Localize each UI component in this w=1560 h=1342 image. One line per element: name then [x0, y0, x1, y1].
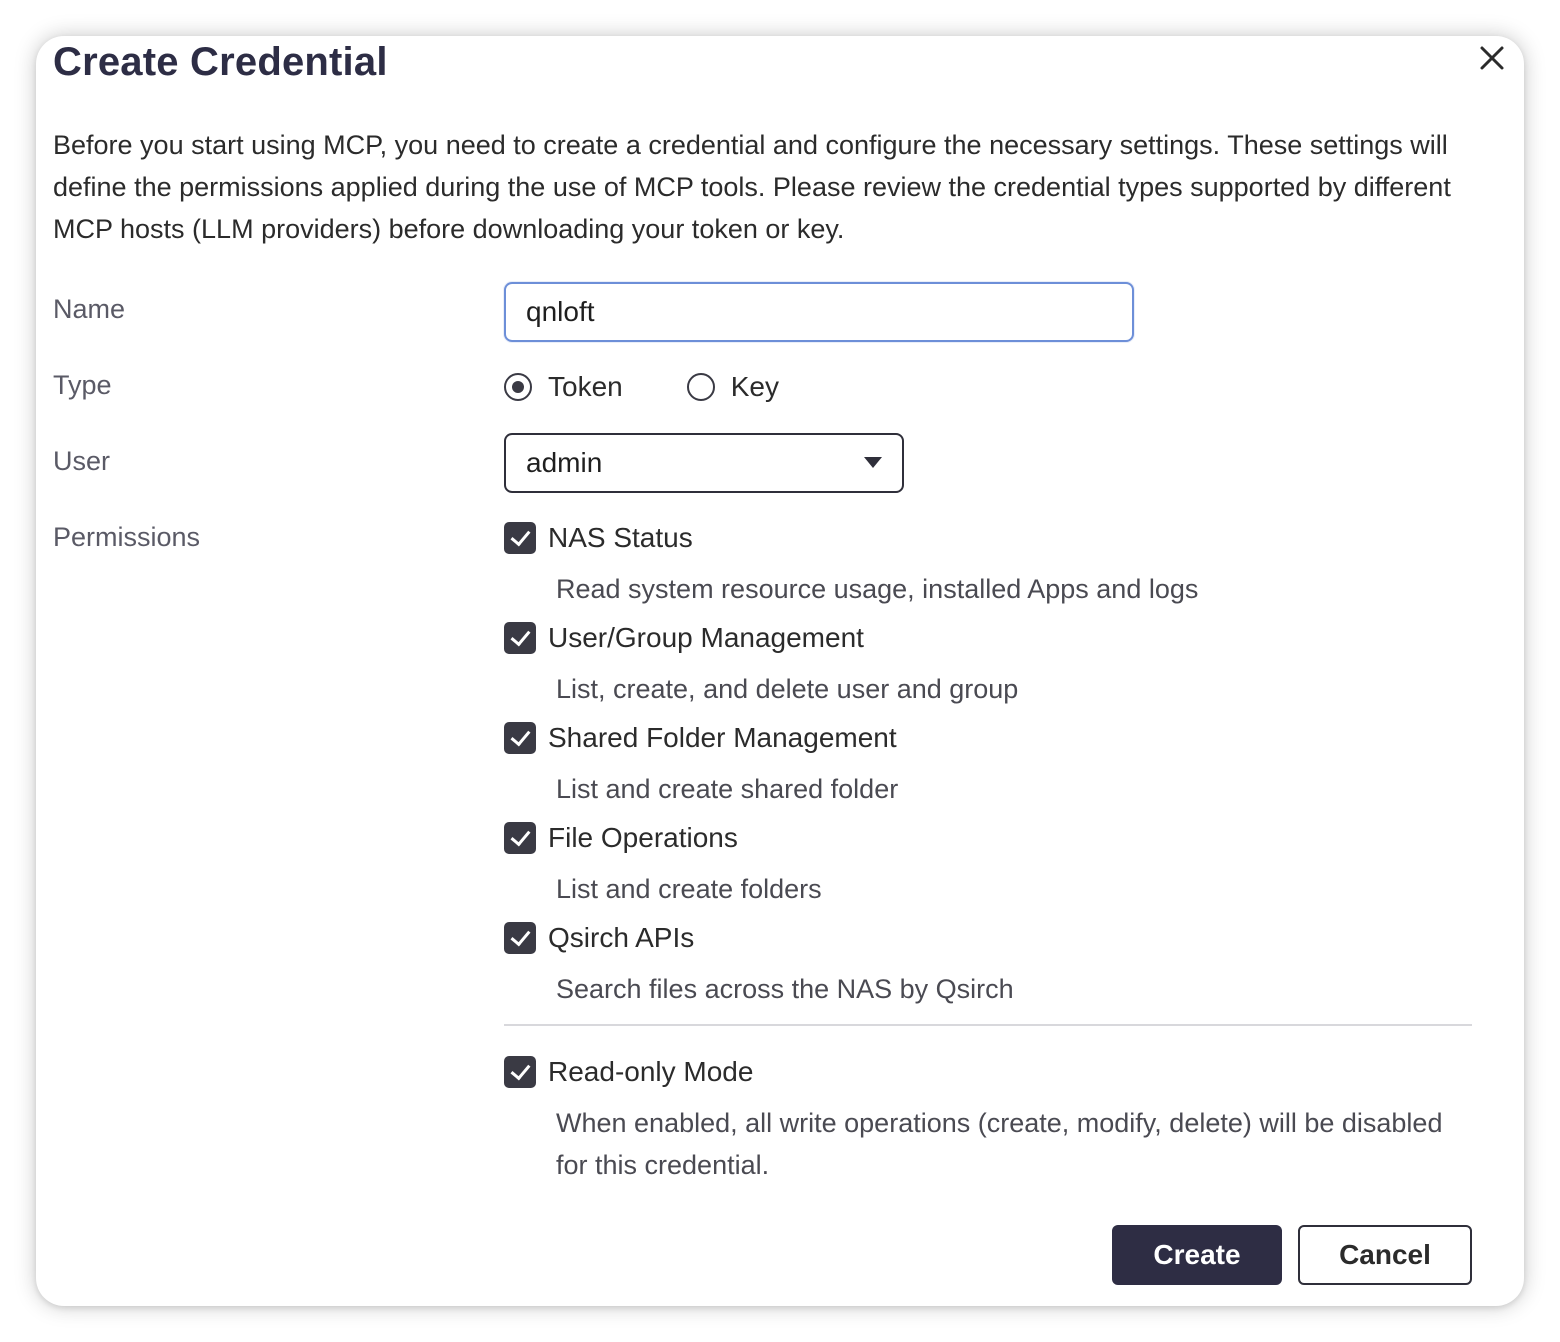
permission-checkbox-user-group[interactable]	[504, 622, 536, 654]
readonly-mode-desc: When enabled, all write operations (crea…	[556, 1108, 1443, 1180]
user-select[interactable]: admin	[504, 433, 904, 493]
permission-label: User/Group Management	[548, 622, 864, 653]
radio-key-label: Key	[730, 371, 779, 402]
radio-token[interactable]	[504, 373, 532, 401]
user-label: User	[53, 446, 111, 476]
readonly-mode-item: Read-only Mode When enabled, all write o…	[504, 1054, 1484, 1186]
divider	[504, 1024, 1472, 1026]
close-icon	[1480, 46, 1504, 70]
permission-desc: List and create shared folder	[556, 774, 899, 804]
type-radio-group: Token Key	[504, 366, 843, 408]
permission-checkbox-nas-status[interactable]	[504, 522, 536, 554]
caret-down-icon	[864, 457, 882, 468]
permission-item: Shared Folder Management List and create…	[504, 720, 1484, 810]
permission-item: File Operations List and create folders	[504, 820, 1484, 910]
dialog-title: Create Credential	[53, 40, 388, 84]
permission-checkbox-shared-folder[interactable]	[504, 722, 536, 754]
permission-item: NAS Status Read system resource usage, i…	[504, 520, 1484, 610]
radio-key[interactable]	[686, 373, 715, 401]
permission-checkbox-qsirch[interactable]	[504, 922, 536, 954]
permission-checkbox-file-operations[interactable]	[504, 822, 536, 854]
cancel-button[interactable]: Cancel	[1298, 1225, 1472, 1285]
name-label: Name	[53, 294, 126, 324]
type-label: Type	[53, 370, 112, 400]
permission-desc: Search files across the NAS by Qsirch	[556, 974, 1014, 1004]
type-option-token[interactable]: Token	[504, 371, 623, 403]
permission-item: Qsirch APIs Search files across the NAS …	[504, 920, 1484, 1010]
permission-label: Shared Folder Management	[548, 722, 897, 753]
type-option-key[interactable]: Key	[686, 371, 779, 403]
create-credential-dialog: Create Credential Before you start using…	[36, 36, 1524, 1306]
readonly-mode-label: Read-only Mode	[548, 1056, 754, 1087]
permission-desc: Read system resource usage, installed Ap…	[556, 574, 1199, 604]
permission-label: Qsirch APIs	[548, 922, 695, 953]
user-select-value: admin	[526, 447, 603, 478]
permission-item: User/Group Management List, create, and …	[504, 620, 1484, 710]
intro-text: Before you start using MCP, you need to …	[53, 130, 1451, 244]
permission-label: File Operations	[548, 822, 738, 853]
radio-token-label: Token	[548, 371, 623, 402]
create-button[interactable]: Create	[1112, 1225, 1282, 1285]
permission-label: NAS Status	[548, 522, 693, 553]
permissions-label: Permissions	[53, 522, 201, 552]
permission-desc: List, create, and delete user and group	[556, 674, 1019, 704]
close-button[interactable]	[1474, 40, 1510, 76]
readonly-mode-checkbox[interactable]	[504, 1056, 536, 1088]
name-input[interactable]	[504, 282, 1134, 342]
permission-desc: List and create folders	[556, 874, 822, 904]
